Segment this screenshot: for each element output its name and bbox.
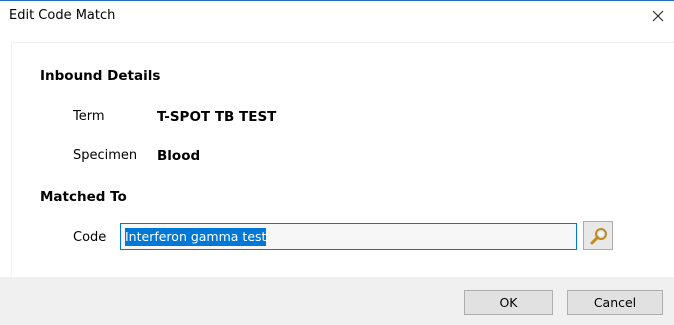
dialog-footer: OK Cancel [0, 277, 674, 325]
code-input[interactable]: Interferon gamma test [120, 223, 577, 250]
title-bar: Edit Code Match [0, 1, 674, 31]
inbound-details-heading: Inbound Details [40, 68, 161, 84]
ok-button[interactable]: OK [464, 290, 553, 315]
cancel-button[interactable]: Cancel [567, 290, 663, 315]
code-label: Code [73, 230, 107, 245]
term-label: Term [73, 109, 105, 124]
code-search-button[interactable] [583, 221, 613, 250]
matched-to-heading: Matched To [40, 189, 127, 205]
close-icon [652, 10, 664, 22]
edit-code-match-dialog: Edit Code Match Inbound Details Term T-S… [0, 0, 674, 325]
dialog-title: Edit Code Match [9, 8, 116, 23]
close-button[interactable] [642, 1, 674, 31]
specimen-value: Blood [157, 148, 201, 164]
term-value: T-SPOT TB TEST [157, 109, 277, 125]
code-input-selected-text: Interferon gamma test [125, 228, 267, 246]
search-icon [590, 228, 607, 245]
specimen-label: Specimen [73, 148, 138, 163]
